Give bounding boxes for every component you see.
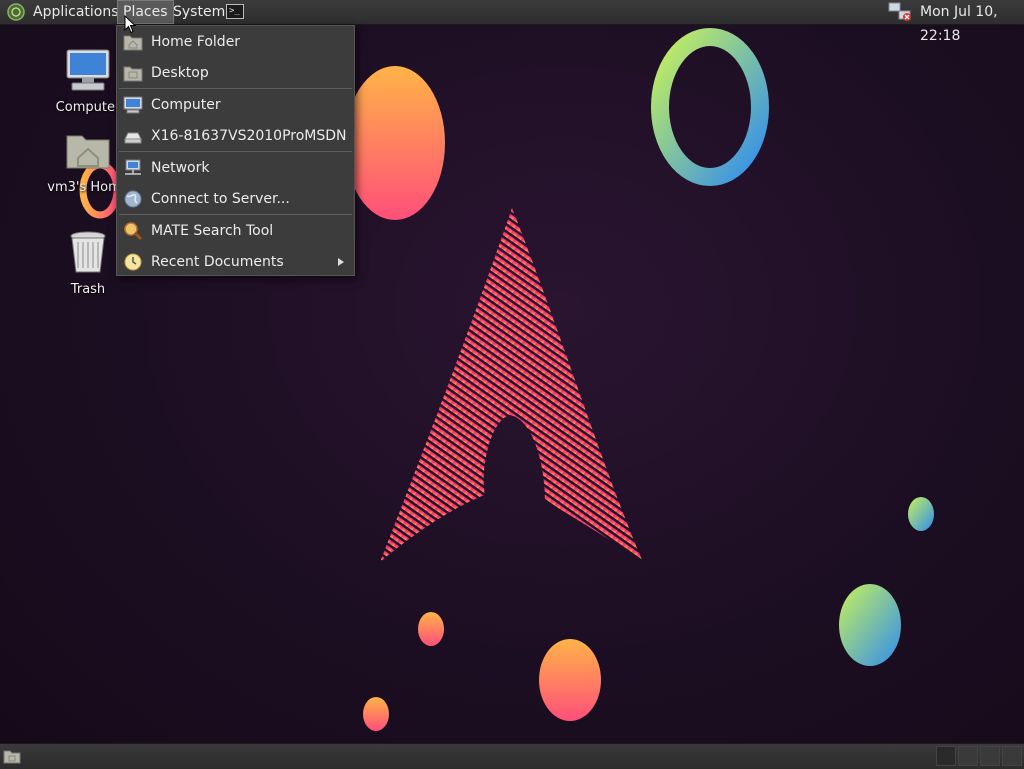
menu-separator (119, 151, 352, 152)
network-icon (125, 159, 141, 175)
menu-item-home-folder[interactable]: Home Folder (117, 27, 354, 57)
desktop-folder-icon (123, 66, 143, 82)
wallpaper-blob-right (839, 584, 901, 666)
workspace-1[interactable] (936, 746, 956, 766)
network-status-icon[interactable] (888, 2, 912, 22)
home-folder-icon (66, 135, 110, 169)
menu-separator (119, 214, 352, 215)
wallpaper-blob-orange-bottom (363, 697, 389, 731)
workspace-4[interactable] (1002, 746, 1022, 766)
workspace-2[interactable] (958, 746, 978, 766)
clock[interactable]: Mon Jul 10, 22:18 (920, 0, 1024, 44)
top-panel: Applications Places System >_ Mon Jul 10… (0, 0, 1024, 44)
menu-item-label: X16-81637VS2010ProMSDN (151, 128, 347, 144)
drive-icon (124, 132, 142, 144)
menu-item-desktop[interactable]: Desktop (117, 58, 354, 88)
menu-item-label: Network (151, 160, 210, 176)
terminal-launcher-icon[interactable]: >_ (226, 4, 244, 19)
arch-logo (380, 208, 642, 562)
workspace-3[interactable] (980, 746, 1000, 766)
desktop-icon-label: Trash (70, 282, 106, 297)
system-menu[interactable]: System (168, 0, 230, 24)
computer-icon (66, 49, 110, 91)
globe-icon (124, 190, 142, 208)
menu-item-connect-to-server[interactable]: Connect to Server... (117, 184, 354, 214)
wallpaper-ring-top-right (651, 28, 769, 186)
mouse-cursor-icon (124, 15, 136, 34)
trash-icon (70, 231, 106, 273)
bottom-panel (0, 743, 1024, 769)
wallpaper-blob-right-small (908, 497, 934, 531)
menu-item-label: Connect to Server... (151, 191, 290, 207)
menu-item-label: Computer (151, 97, 221, 113)
wallpaper-orange-blob-large (345, 66, 445, 220)
computer-icon (123, 96, 143, 114)
menu-item-network[interactable]: Network (117, 153, 354, 183)
wallpaper-blob-orange-small (418, 612, 444, 646)
show-desktop-icon[interactable] (3, 748, 21, 764)
menu-item-computer[interactable]: Computer (117, 90, 354, 120)
places-dropdown-menu: Home Folder Desktop Computer X16-81637VS… (116, 25, 355, 276)
menu-separator (119, 88, 352, 89)
home-folder-icon (123, 35, 143, 51)
submenu-arrow-icon (338, 258, 344, 266)
menu-item-label: Home Folder (151, 34, 241, 50)
menu-item-recent-documents[interactable]: Recent Documents (117, 247, 354, 277)
menu-item-label: MATE Search Tool (151, 223, 274, 239)
clock-icon (124, 253, 142, 271)
wallpaper-blob-orange-mid (539, 639, 601, 721)
search-icon (124, 222, 143, 240)
menu-item-label: Desktop (151, 65, 209, 81)
mate-logo-icon[interactable] (7, 3, 25, 21)
applications-menu[interactable]: Applications (28, 0, 124, 24)
menu-item-drive[interactable]: X16-81637VS2010ProMSDN (117, 121, 354, 151)
menu-item-label: Recent Documents (151, 254, 284, 270)
menu-item-mate-search-tool[interactable]: MATE Search Tool (117, 216, 354, 246)
